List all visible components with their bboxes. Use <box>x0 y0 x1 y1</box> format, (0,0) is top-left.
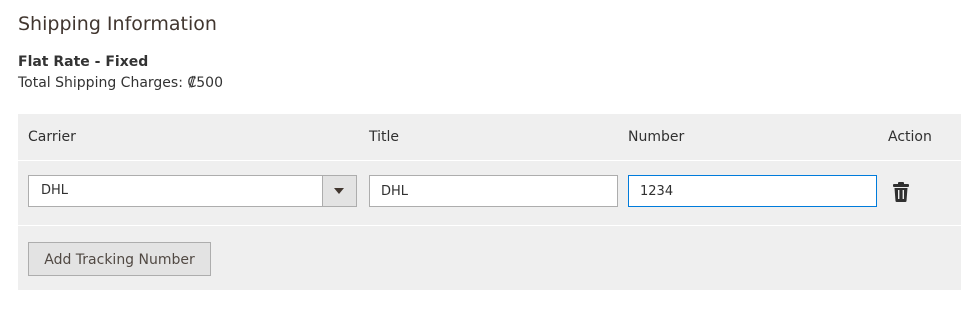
add-tracking-number-button[interactable]: Add Tracking Number <box>28 242 211 276</box>
carrier-select[interactable]: DHL <box>28 175 357 207</box>
tracking-number-input[interactable] <box>628 175 877 207</box>
column-header-action: Action <box>888 129 932 145</box>
tracking-table-header: Carrier Title Number Action <box>18 114 961 161</box>
delete-tracking-button[interactable] <box>891 181 911 203</box>
section-title: Shipping Information <box>18 13 217 35</box>
tracking-title-input[interactable] <box>369 175 618 207</box>
tracking-row: DHL <box>18 161 961 226</box>
chevron-down-icon <box>334 188 344 194</box>
column-header-number: Number <box>628 129 685 145</box>
shipping-method-name: Flat Rate - Fixed <box>18 54 149 70</box>
select-arrow-button[interactable] <box>322 176 356 206</box>
column-header-title: Title <box>369 129 400 145</box>
column-header-carrier: Carrier <box>28 129 76 145</box>
carrier-select-value: DHL <box>41 183 69 198</box>
shipping-charges-text: Total Shipping Charges: ₡500 <box>18 75 223 91</box>
tracking-table: Carrier Title Number Action DHL Add Trac… <box>18 114 961 290</box>
trash-icon <box>893 182 909 202</box>
